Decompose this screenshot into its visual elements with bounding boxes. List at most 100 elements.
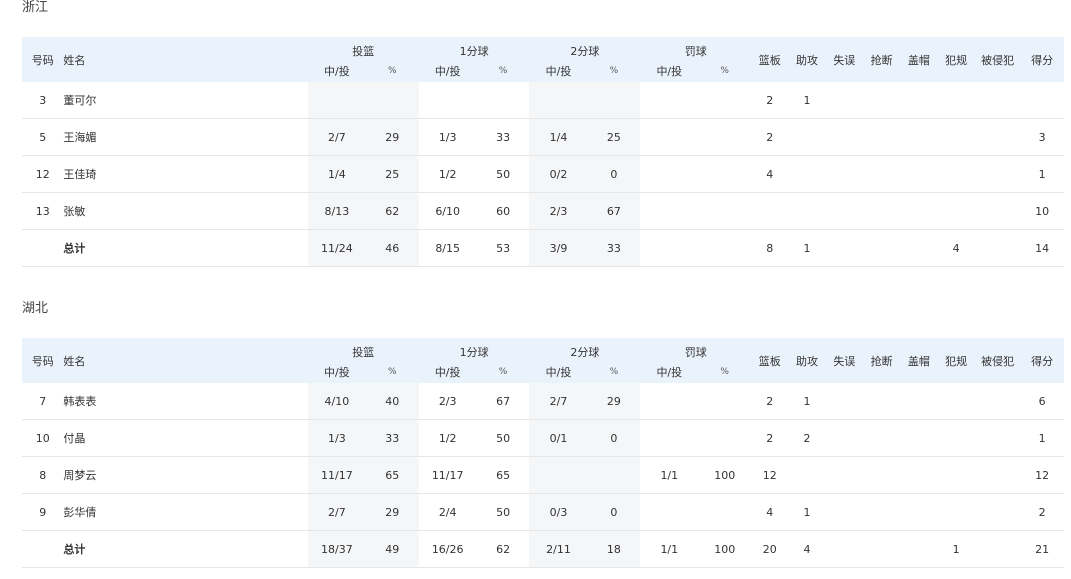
- cell-blk: [900, 530, 938, 568]
- cell-p2-ma: 0/1: [529, 419, 588, 457]
- cell-ft-pct: [698, 383, 752, 420]
- header-assists: 助攻: [788, 338, 826, 383]
- cell-name: 周梦云: [63, 456, 308, 494]
- cell-ast: 1: [788, 493, 826, 531]
- cell-reb: 2: [751, 419, 789, 457]
- cell-name: 董可尔: [63, 82, 308, 119]
- cell-p1-ma: 6/10: [418, 192, 477, 230]
- cell-ft-ma: 1/1: [640, 530, 699, 568]
- cell-stl: [862, 493, 901, 531]
- cell-reb: 2: [751, 118, 789, 156]
- cell-fd: [974, 456, 1021, 494]
- header-name: 姓名: [63, 37, 308, 82]
- header-one-point: 1分球: [418, 338, 530, 361]
- cell-fg-pct: 49: [365, 530, 419, 568]
- cell-ft-ma: [640, 383, 699, 420]
- cell-fg-ma: 2/7: [307, 118, 366, 156]
- cell-number: 9: [22, 493, 64, 531]
- cell-p2-pct: 0: [587, 493, 641, 531]
- cell-p2-ma: [529, 82, 588, 119]
- cell-number: 10: [22, 419, 64, 457]
- cell-reb: 2: [751, 82, 789, 119]
- cell-pf: [937, 456, 975, 494]
- header-two-point: 2分球: [529, 37, 641, 60]
- cell-ft-pct: [698, 192, 752, 230]
- cell-tov: [825, 192, 863, 230]
- cell-tov: [825, 456, 863, 494]
- total-row: 总计 11/24 46 8/15 53 3/9 33 8 1 4 14: [22, 229, 1064, 267]
- cell-tov: [825, 419, 863, 457]
- cell-fg-ma: 1/4: [307, 155, 366, 193]
- cell-number: 7: [22, 383, 64, 420]
- cell-pts: 21: [1020, 530, 1064, 568]
- cell-ft-pct: [698, 118, 752, 156]
- header-made-attempted: 中/投: [307, 361, 366, 383]
- header-made-attempted: 中/投: [418, 361, 477, 383]
- stats-table: 号码 姓名 投篮 1分球 2分球 罚球 篮板 助攻 失误 抢断 盖帽 犯规 被侵犯 得分 中/投% 中/投% 中…: [22, 338, 1064, 568]
- cell-fg-pct: 46: [365, 229, 419, 267]
- cell-ft-ma: [640, 229, 699, 267]
- cell-pf: [937, 383, 975, 420]
- cell-p1-ma: 16/26: [418, 530, 477, 568]
- cell-fd: [974, 82, 1021, 119]
- header-rebounds: 篮板: [751, 338, 789, 383]
- cell-stl: [862, 118, 901, 156]
- cell-tov: [825, 530, 863, 568]
- cell-fg-ma: 11/24: [307, 229, 366, 267]
- header-two-point: 2分球: [529, 338, 641, 361]
- table-row: 5 王海媚 2/7 29 1/3 33 1/4 25 2 3: [22, 118, 1064, 156]
- cell-tov: [825, 229, 863, 267]
- cell-number: 12: [22, 155, 64, 193]
- cell-p2-ma: 2/11: [529, 530, 588, 568]
- cell-blk: [900, 383, 938, 420]
- cell-reb: 4: [751, 493, 789, 531]
- header-fouls: 犯规: [937, 37, 975, 82]
- cell-pf: [937, 493, 975, 531]
- cell-p1-ma: 8/15: [418, 229, 477, 267]
- header-percent: %: [365, 361, 419, 383]
- cell-reb: 2: [751, 383, 789, 420]
- cell-pts: 6: [1020, 383, 1064, 420]
- cell-p1-pct: 50: [476, 493, 530, 531]
- cell-ft-pct: [698, 155, 752, 193]
- cell-fg-ma: [307, 82, 366, 119]
- cell-fg-pct: 62: [365, 192, 419, 230]
- cell-name: 总计: [63, 229, 308, 267]
- cell-fg-ma: 2/7: [307, 493, 366, 531]
- cell-fg-pct: 65: [365, 456, 419, 494]
- cell-p1-pct: 60: [476, 192, 530, 230]
- header-number: 号码: [22, 338, 64, 383]
- cell-ft-ma: [640, 419, 699, 457]
- cell-ft-ma: [640, 118, 699, 156]
- cell-p1-ma: 1/2: [418, 155, 477, 193]
- cell-p2-pct: 29: [587, 383, 641, 420]
- cell-number: [22, 229, 64, 267]
- cell-p2-pct: 67: [587, 192, 641, 230]
- total-row: 总计 18/37 49 16/26 62 2/11 18 1/1 100 20 4 1 21: [22, 530, 1064, 568]
- table-row: 7 韩表表 4/10 40 2/3 67 2/7 29 2 1 6: [22, 383, 1064, 420]
- cell-fg-pct: [365, 82, 419, 119]
- cell-stl: [862, 155, 901, 193]
- cell-reb: 12: [751, 456, 789, 494]
- cell-pf: [937, 118, 975, 156]
- cell-p1-pct: 50: [476, 419, 530, 457]
- cell-ft-pct: 100: [698, 456, 752, 494]
- cell-p2-pct: [587, 82, 641, 119]
- cell-blk: [900, 229, 938, 267]
- cell-p2-pct: [587, 456, 641, 494]
- cell-number: 3: [22, 82, 64, 119]
- header-made-attempted: 中/投: [307, 60, 366, 82]
- cell-p2-ma: 3/9: [529, 229, 588, 267]
- header-one-point: 1分球: [418, 37, 530, 60]
- cell-pts: 1: [1020, 419, 1064, 457]
- cell-fg-pct: 29: [365, 118, 419, 156]
- header-field-goals: 投篮: [307, 37, 419, 60]
- cell-number: [22, 530, 64, 568]
- cell-fd: [974, 229, 1021, 267]
- cell-pf: [937, 192, 975, 230]
- cell-ft-ma: [640, 82, 699, 119]
- table-header: 号码 姓名 投篮 1分球 2分球 罚球 篮板 助攻 失误 抢断 盖帽 犯规 被侵犯 得分 中/投% 中/投% 中…: [22, 37, 1064, 82]
- stats-table: 号码 姓名 投篮 1分球 2分球 罚球 篮板 助攻 失误 抢断 盖帽 犯规 被侵犯 得分 中/投% 中/投% 中…: [22, 37, 1064, 267]
- cell-ft-ma: [640, 493, 699, 531]
- header-blocks: 盖帽: [900, 37, 938, 82]
